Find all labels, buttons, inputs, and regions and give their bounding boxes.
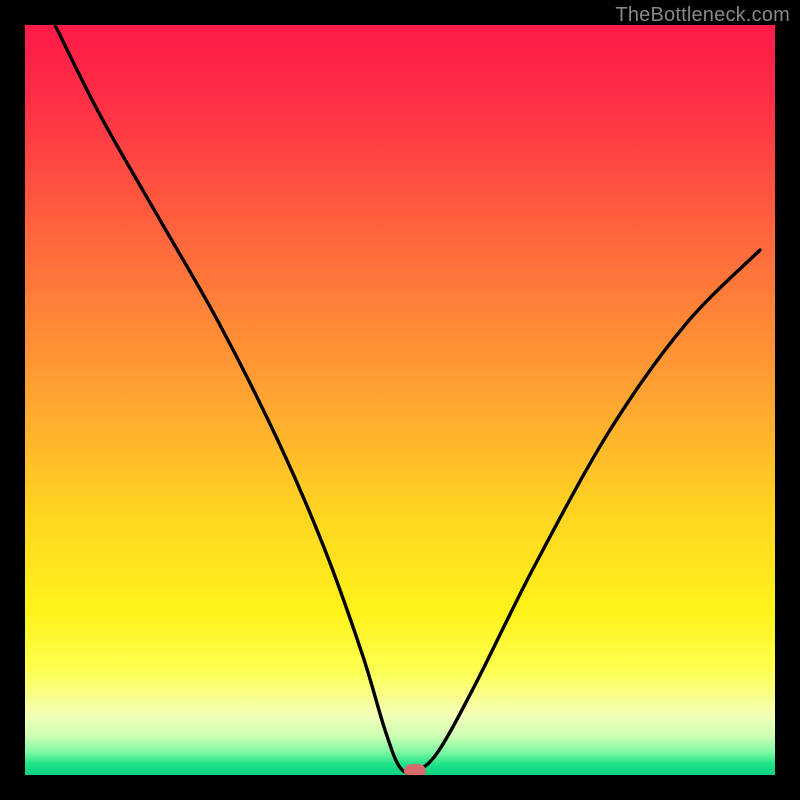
- optimum-marker: [404, 764, 426, 775]
- watermark-text: TheBottleneck.com: [615, 4, 790, 27]
- plot-area: [25, 25, 775, 775]
- curve-path: [55, 25, 760, 773]
- bottleneck-curve: [25, 25, 775, 775]
- chart-frame: TheBottleneck.com: [0, 0, 800, 800]
